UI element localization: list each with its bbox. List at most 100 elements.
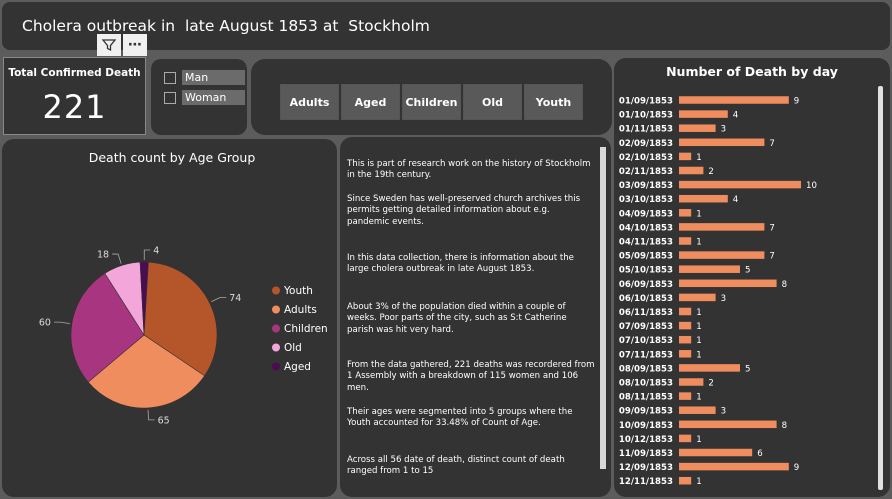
bar-value-label: 5 [745,266,750,276]
kpi-card: Total Confirmed Death 221 [3,57,146,135]
bar[interactable] [679,237,692,245]
bar-category-label: 02/09/1853 [619,139,673,149]
bar-value-label: 1 [696,153,701,163]
bar-category-label: 04/10/1853 [619,223,673,233]
bar-value-label: 1 [696,308,701,318]
bar-category-label: 03/09/1853 [619,181,673,191]
bar-value-label: 1 [696,322,701,332]
bar-value-label: 5 [745,364,750,374]
bar-category-label: 10/12/1853 [619,435,673,445]
bar-category-label: 03/10/1853 [619,195,673,205]
bar-chart-scrollbar[interactable] [878,86,883,490]
description-paragraph: About 3% of the population died within a… [347,302,567,335]
pie-data-label: 4 [153,246,159,257]
bar-value-label: 1 [696,393,701,403]
bar[interactable] [679,152,692,161]
bar-category-label: 06/10/1853 [619,294,673,304]
bar[interactable] [679,138,765,147]
bar-category-label: 04/11/1853 [619,238,673,248]
bar[interactable] [679,462,789,471]
filter-icon[interactable] [97,34,121,56]
legend-marker [272,324,280,333]
bar-value-label: 7 [769,252,774,262]
legend-label[interactable]: Aged [284,361,311,373]
pie-leader-line [112,253,122,264]
pie-leader-line [53,321,70,325]
bar-category-label: 07/10/1853 [619,336,673,346]
bar[interactable] [679,209,692,217]
bar[interactable] [679,378,704,386]
visual-header-icons: ⋯ [97,34,147,56]
age-button-old[interactable]: Old [463,84,522,120]
bar-value-label: 3 [721,294,726,304]
age-group-slicer: Adults Aged Children Old Youth [251,59,612,135]
bar-category-label: 07/09/1853 [619,322,673,332]
bar-value-label: 1 [696,350,701,360]
legend-marker [272,343,280,352]
bar[interactable] [679,166,704,175]
bar-category-label: 12/09/1853 [619,463,673,473]
bar[interactable] [679,110,728,118]
age-button-aged[interactable]: Aged [341,84,400,120]
text-scrollbar[interactable] [600,147,606,469]
bar[interactable] [679,251,765,259]
bar[interactable] [679,420,777,429]
bar-value-label: 4 [733,111,738,121]
age-button-adults[interactable]: Adults [280,84,339,120]
checkbox[interactable] [164,91,176,104]
legend-marker [272,286,280,295]
gender-option-man[interactable]: Man [164,70,245,85]
bar-category-label: 09/09/1853 [619,407,673,417]
bar[interactable] [679,434,692,443]
bar[interactable] [679,448,753,457]
bar-category-label: 08/11/1853 [619,393,673,403]
bar[interactable] [679,194,728,203]
legend-label[interactable]: Adults [284,304,317,316]
page-title: Cholera outbreak in late August 1853 at … [22,17,430,35]
bar-category-label: 01/10/1853 [619,111,673,121]
bar-value-label: 2 [708,167,713,177]
bar[interactable] [679,293,716,302]
bar-chart-card: Number of Death by day 01/09/1853 9 01/10/… [614,58,890,497]
bar-value-label: 4 [733,195,738,205]
bar[interactable] [679,265,740,273]
gender-option-woman[interactable]: Woman [164,90,245,105]
legend-label[interactable]: Old [284,342,302,354]
bar-value-label: 1 [696,238,701,248]
pie-leader-line [143,249,151,261]
more-options-icon[interactable]: ⋯ [123,34,147,56]
bar-category-label: 05/09/1853 [619,252,673,262]
bar[interactable] [679,476,692,485]
gender-option-label: Woman [182,90,245,105]
bar-value-label: 1 [696,477,701,487]
checkbox[interactable] [164,71,176,84]
description-paragraph: In this data collection, there is inform… [347,253,595,276]
description-paragraph: Their ages were segmented into 5 groups … [347,407,573,429]
age-button-youth[interactable]: Youth [524,84,583,120]
legend-label[interactable]: Children [284,323,328,335]
bar[interactable] [679,350,692,358]
bar[interactable] [679,392,692,400]
bar[interactable] [679,279,777,288]
bar[interactable] [679,223,765,231]
age-button-children[interactable]: Children [402,84,461,120]
bar-value-label: 10 [806,181,817,191]
legend-marker [272,305,280,314]
gender-option-label: Man [182,70,245,85]
bar-value-label: 7 [769,223,774,233]
bar[interactable] [679,364,740,372]
bar-category-label: 10/09/1853 [619,421,673,431]
bar-value-label: 1 [696,435,701,445]
bar[interactable] [679,124,716,132]
description-text: In this data collection, there is inform… [347,253,574,275]
bar[interactable] [679,335,692,344]
bar[interactable] [679,307,692,316]
bar[interactable] [679,96,789,104]
bar-value-label: 9 [794,97,799,107]
bar[interactable] [679,406,716,414]
bar[interactable] [679,180,801,189]
legend-label[interactable]: Youth [283,285,313,297]
bar[interactable] [679,321,692,330]
pie-leader-line [211,296,227,303]
bar-category-label: 08/10/1853 [619,379,673,389]
